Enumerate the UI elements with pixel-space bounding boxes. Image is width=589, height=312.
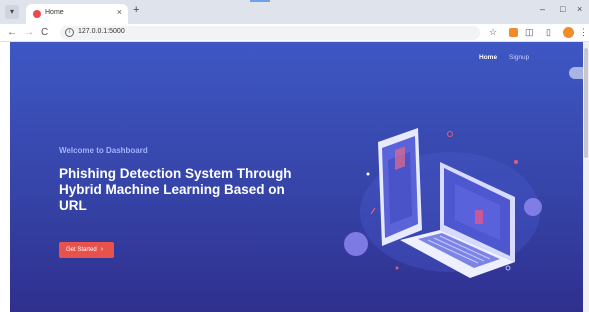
phone-illustration [378,128,422,246]
chevron-right-icon: › [100,246,104,253]
window-drag-indicator [250,0,270,2]
maximize-button[interactable]: □ [560,4,565,14]
scrollbar-thumb[interactable] [584,48,588,158]
hero-section: Home Signup Welcome to Dashboard Phishin… [10,42,583,312]
decor-bubble [524,198,542,216]
address-bar: ← → C i 127.0.0.1:5000 ☆ ◫ ▯ ⋮ [0,24,589,42]
page-title: Phishing Detection System Through Hybrid… [59,166,292,213]
profile-icon[interactable] [563,27,574,38]
tab-home[interactable]: Home × [26,4,128,24]
reload-icon[interactable]: C [41,27,48,38]
tab-strip: ▾ Home × + – □ × [0,0,589,24]
decor-dot [447,131,453,137]
favicon-icon [33,10,41,18]
get-started-button[interactable]: Get Started › [59,242,114,258]
tab-menu-icon[interactable]: ▾ [5,5,19,19]
decor-dot [395,266,399,270]
decor-dot [366,172,370,176]
side-toggle-button[interactable] [569,67,583,79]
back-icon[interactable]: ← [7,27,17,38]
close-icon[interactable]: × [117,7,122,17]
sidepanel-icon[interactable]: ▯ [546,27,551,38]
tab-title: Home [45,9,64,16]
decor-bubble [344,232,368,256]
laptop-phone-illustration [344,128,542,278]
nav-signup-link[interactable]: Signup [509,54,529,61]
minimize-button[interactable]: – [540,4,545,14]
plus-icon[interactable]: + [133,4,139,16]
menu-icon[interactable]: ⋮ [579,27,588,38]
page-margin [0,42,10,312]
info-icon[interactable]: i [65,28,74,37]
get-started-label: Get Started [66,247,97,253]
url-input[interactable]: i 127.0.0.1:5000 [60,26,480,40]
star-icon[interactable]: ☆ [489,27,497,38]
extension-icon[interactable] [509,28,518,37]
puzzle-icon[interactable]: ◫ [525,27,534,38]
welcome-text: Welcome to Dashboard [59,146,148,155]
close-window-button[interactable]: × [577,4,582,14]
decor-dot [505,265,511,271]
forward-icon[interactable]: → [24,27,34,38]
decor-dot [514,160,518,164]
url-text: 127.0.0.1:5000 [78,28,125,35]
nav-home-link[interactable]: Home [479,54,497,61]
